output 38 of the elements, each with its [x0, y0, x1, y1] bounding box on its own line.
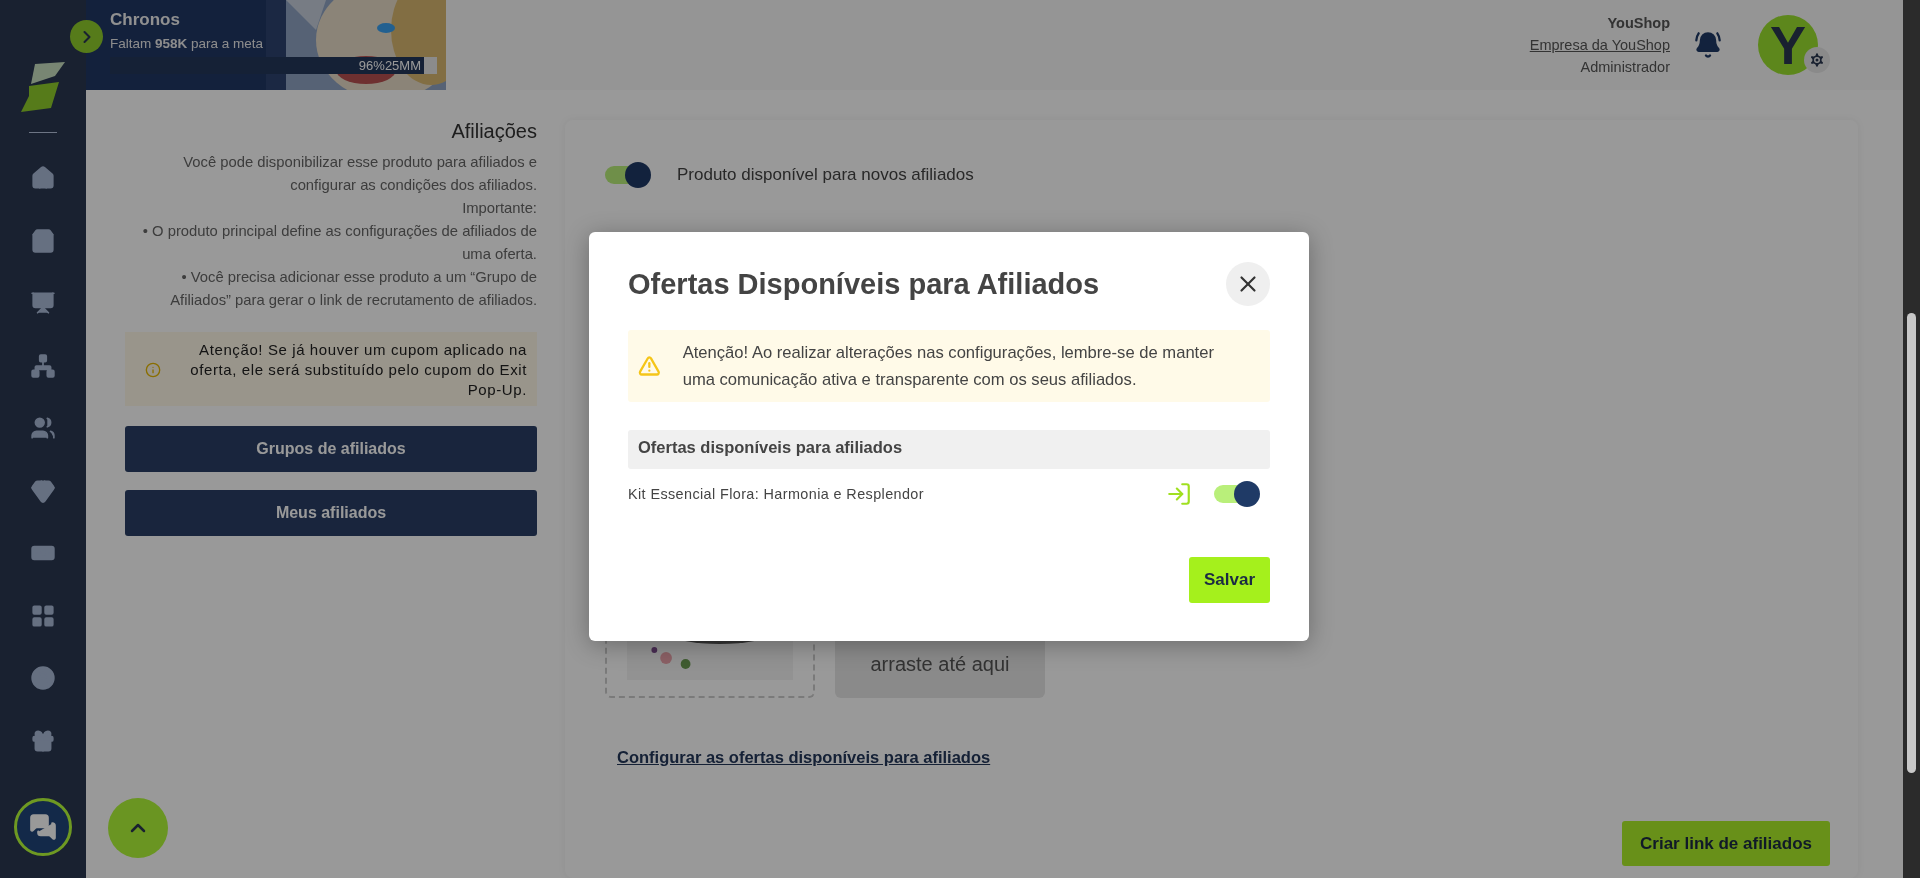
close-button[interactable]	[1226, 262, 1270, 306]
goal-remaining-text: Faltam 958K para a meta	[110, 36, 265, 51]
create-link-button[interactable]: Criar link de afiliados	[1622, 821, 1830, 866]
presentation-board-icon[interactable]	[30, 290, 56, 317]
affiliates-button[interactable]: Meus afiliados	[125, 490, 537, 536]
goal-title: Chronos	[110, 10, 181, 30]
configure-offers-link[interactable]: Configurar as ofertas disponíveis para afiliados	[617, 748, 991, 767]
table-header: Ofertas disponíveis para afiliados	[628, 430, 1270, 469]
chat-icon	[29, 813, 57, 841]
store-name: YouShop	[1607, 14, 1670, 33]
section-description: • Você precisa adicionar esse produto a um “Grupo de Afiliados” para gerar o link de recrutamento de afiliados.	[169, 268, 537, 310]
company-link[interactable]: Empresa da YouShop	[1529, 34, 1670, 56]
gift-icon[interactable]	[30, 727, 56, 754]
goal-amount: 25MM	[384, 58, 421, 73]
user-role: Administrador	[1580, 58, 1670, 77]
user-avatar[interactable]: Y	[1758, 15, 1818, 75]
offer-name: Kit Essencial Flora: Harmonia e Resplendor	[628, 486, 924, 502]
chat-button[interactable]	[14, 798, 72, 856]
home-icon[interactable]	[30, 165, 56, 192]
section-description: • O produto principal define as configurações de afiliados de uma oferta.	[141, 222, 537, 264]
scrollbar[interactable]	[1903, 0, 1920, 878]
toggle-label: Produto disponível para novos afiliados	[677, 165, 974, 185]
dialog-title: Ofertas Disponíveis para Afiliados	[628, 267, 1100, 301]
save-button[interactable]: Salvar	[1188, 557, 1270, 603]
section-description: Importante:	[461, 199, 537, 218]
notification-bell-icon[interactable]	[1694, 31, 1722, 59]
gem-icon[interactable]	[30, 477, 56, 504]
section-description: Você pode disponibilizar esse produto para afiliados e configurar as condições dos afiliados.	[182, 153, 537, 195]
settings-icon[interactable]	[1804, 47, 1830, 73]
logo-icon	[21, 62, 65, 112]
users-icon[interactable]	[30, 415, 56, 442]
progress-percent: 96%	[358, 58, 385, 73]
grid-icon[interactable]	[30, 602, 56, 629]
warning-text: Atenção! Ao realizar alterações nas configurações, lembre-se de manter uma comunicação ativa e transparente com os seus afiliados.	[682, 342, 1215, 391]
network-icon[interactable]	[30, 352, 56, 379]
affiliates-button[interactable]: Grupos de afiliados	[125, 426, 537, 472]
notice-text: Atenção! Se já houver um cupom aplicado na oferta, ele será substituído pelo cupom do Exit Pop-Up.	[189, 340, 527, 400]
section-title: Afiliações	[450, 120, 537, 143]
